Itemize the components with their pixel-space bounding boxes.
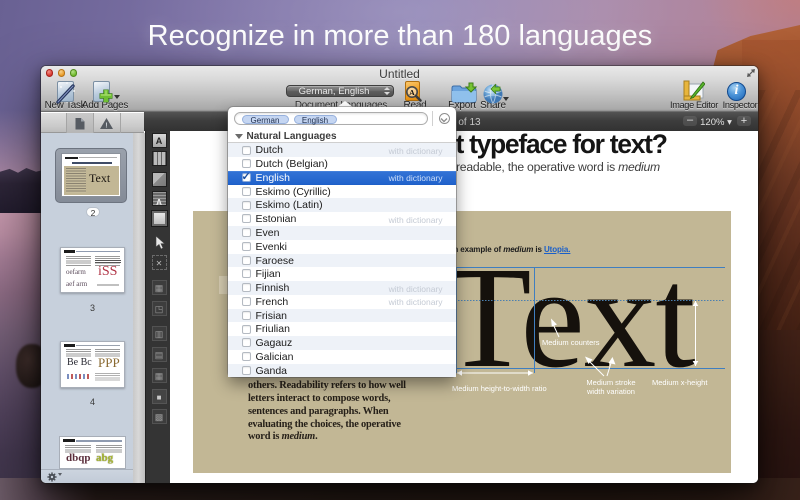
svg-text:A: A	[409, 88, 415, 97]
svg-text:!: !	[105, 121, 108, 130]
